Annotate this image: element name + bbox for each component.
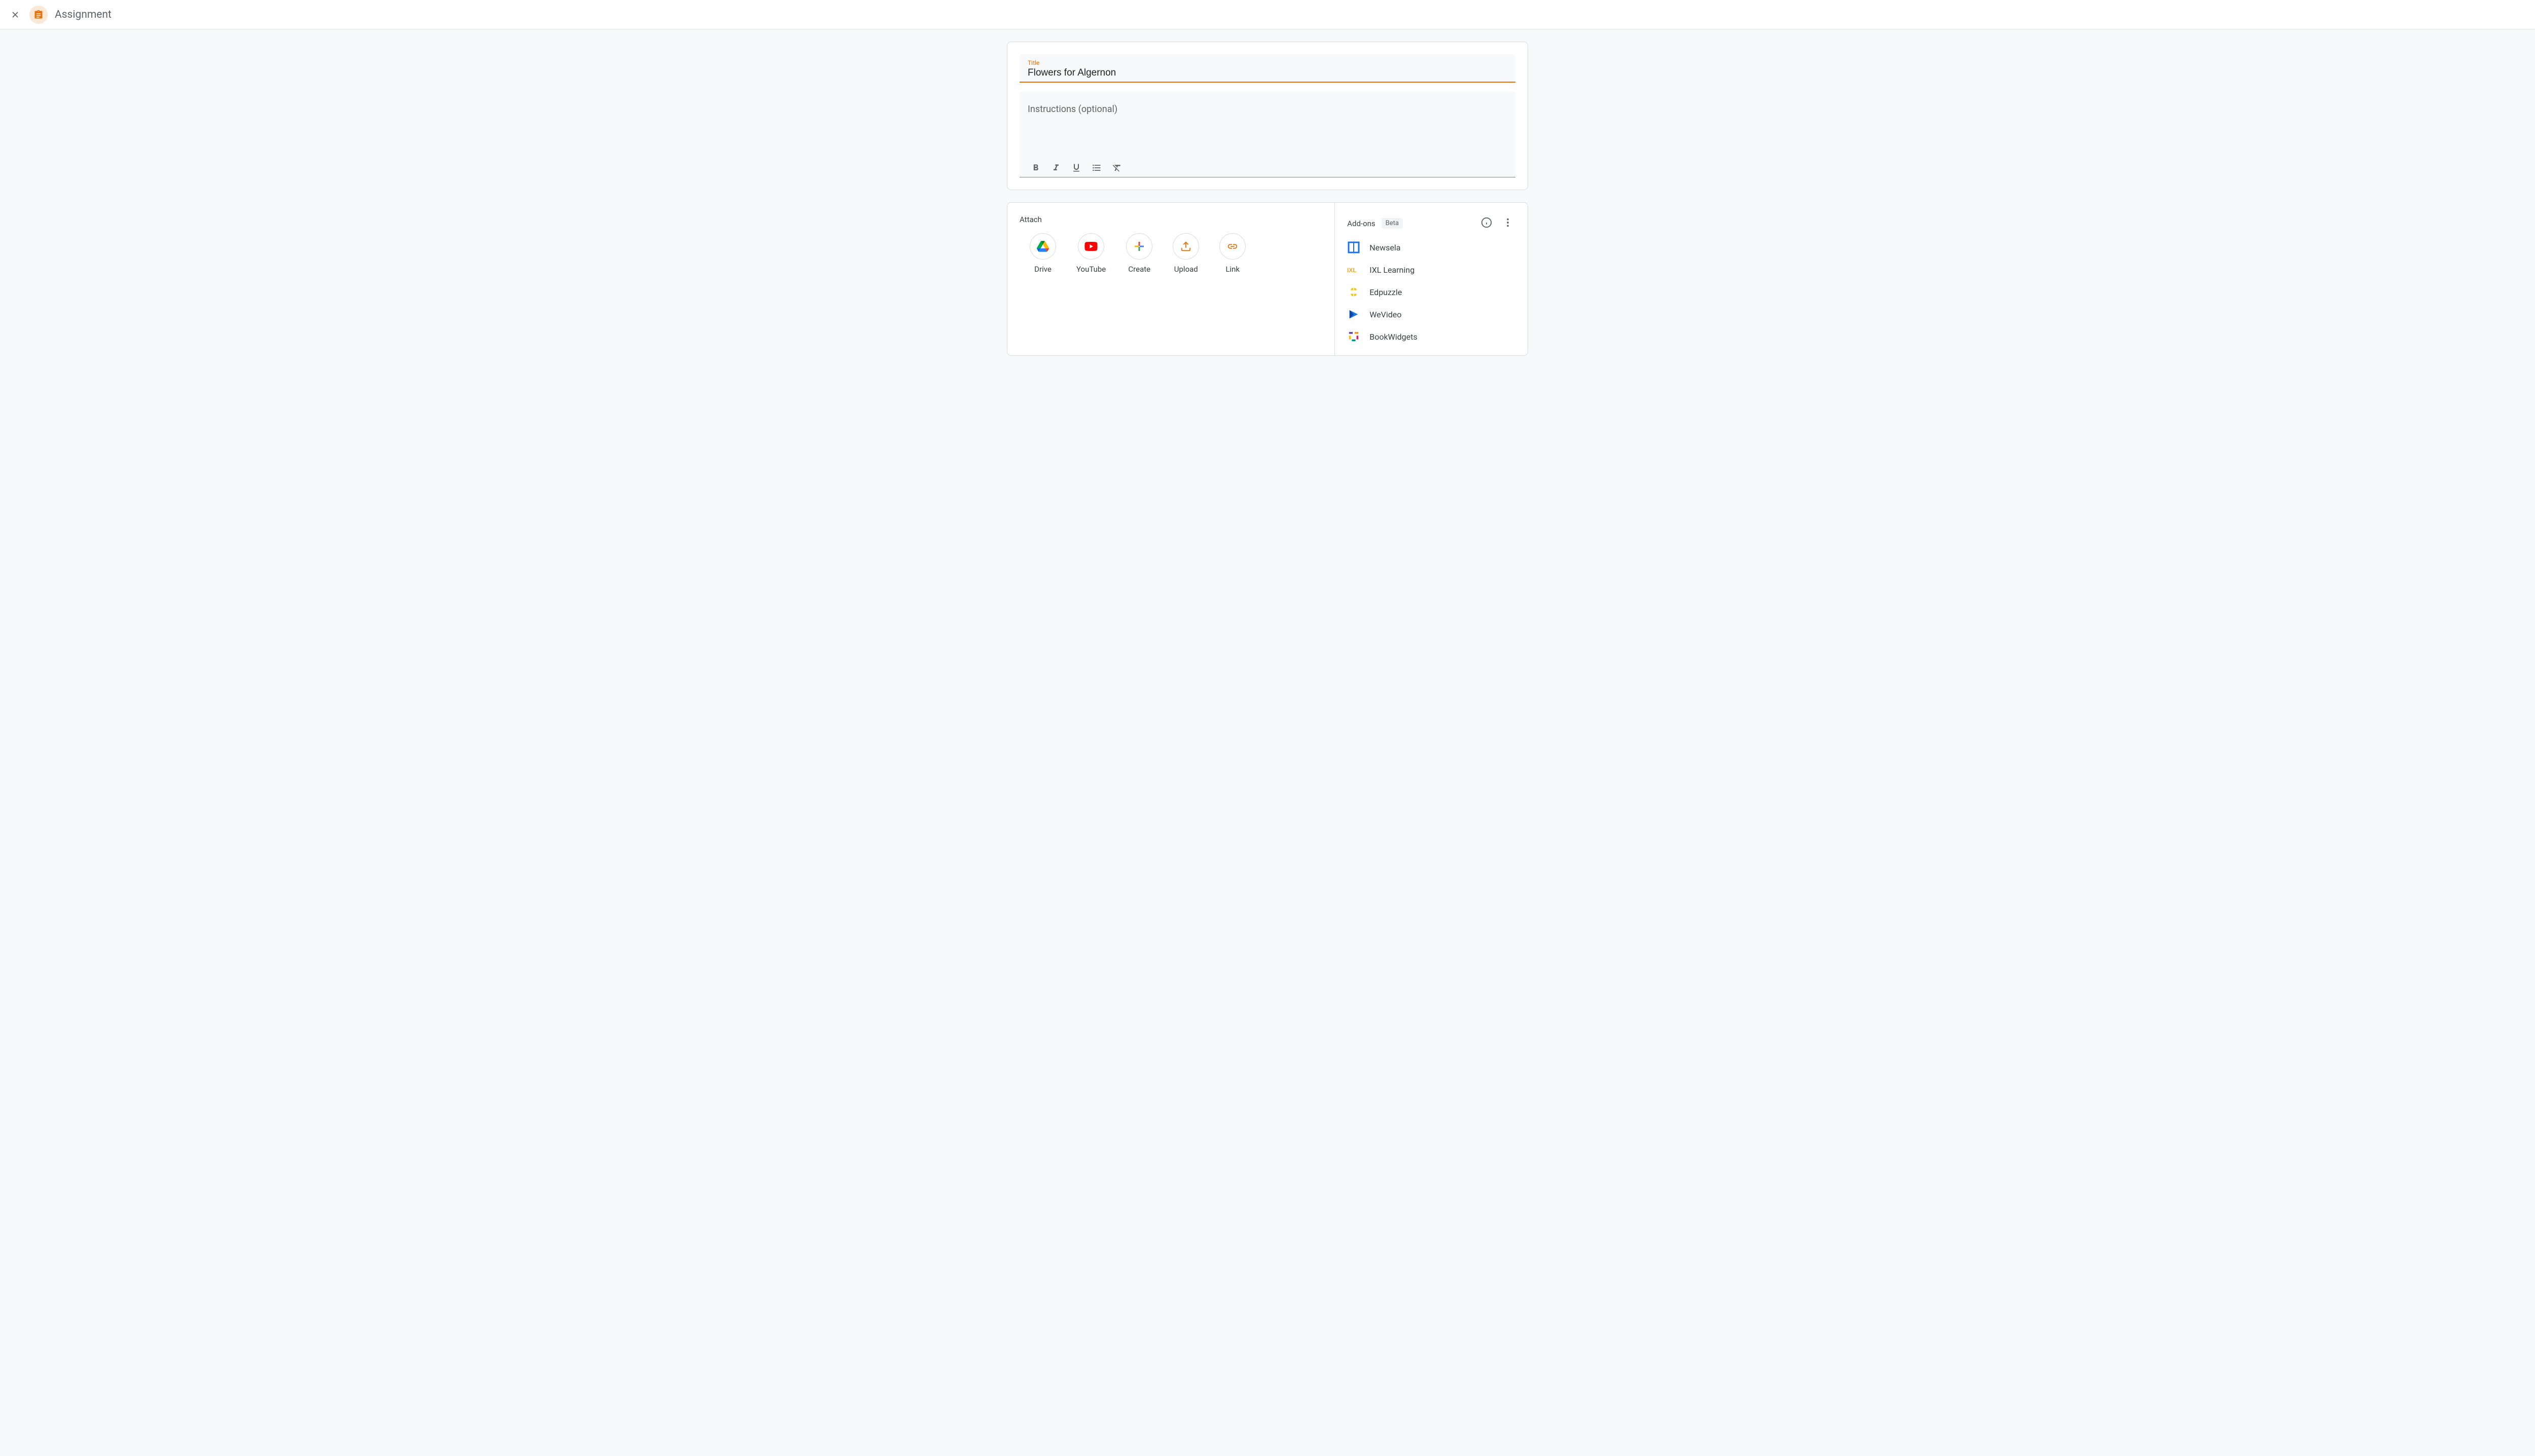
bulleted-list-button[interactable] — [1091, 162, 1103, 174]
beta-badge: Beta — [1382, 218, 1403, 229]
addon-wevideo-label: WeVideo — [1369, 310, 1401, 319]
italic-icon — [1051, 163, 1061, 173]
addon-wevideo[interactable]: WeVideo — [1347, 308, 1515, 321]
attach-youtube[interactable]: YouTube — [1076, 233, 1106, 274]
addon-newsela[interactable]: Newsela — [1347, 241, 1515, 254]
page-title: Assignment — [55, 9, 112, 21]
header-bar: Assignment — [0, 0, 2535, 29]
attach-create-label: Create — [1128, 265, 1150, 274]
attach-drive[interactable]: Drive — [1030, 233, 1056, 274]
youtube-icon-circle — [1078, 233, 1104, 260]
addon-ixl-label: IXL Learning — [1369, 265, 1415, 275]
upload-icon — [1180, 241, 1191, 252]
italic-button[interactable] — [1050, 162, 1062, 174]
ixl-icon: IXL — [1347, 263, 1360, 276]
assignment-icon-badge — [29, 6, 48, 24]
title-label: Title — [1028, 59, 1507, 66]
youtube-icon — [1084, 242, 1098, 251]
addon-newsela-label: Newsela — [1369, 243, 1400, 252]
upload-icon-circle — [1173, 233, 1199, 260]
more-vert-icon — [1502, 217, 1513, 228]
link-icon-circle — [1219, 233, 1246, 260]
addons-heading: Add-ons — [1347, 219, 1375, 228]
title-field-wrapper: Title — [1020, 54, 1515, 83]
attach-youtube-label: YouTube — [1076, 265, 1106, 274]
wevideo-icon — [1347, 308, 1360, 321]
link-icon — [1227, 241, 1238, 252]
drive-icon-circle — [1030, 233, 1056, 260]
underline-button[interactable] — [1070, 162, 1082, 174]
addon-edpuzzle[interactable]: Edpuzzle — [1347, 285, 1515, 299]
close-icon — [10, 10, 20, 20]
instructions-textarea[interactable] — [1028, 104, 1507, 155]
attach-link[interactable]: Link — [1219, 233, 1246, 274]
create-icon-circle — [1126, 233, 1152, 260]
addons-section: Add-ons Beta — [1335, 203, 1528, 355]
bold-icon — [1031, 163, 1041, 173]
title-input[interactable] — [1028, 67, 1507, 79]
attach-upload[interactable]: Upload — [1173, 233, 1199, 274]
attach-link-label: Link — [1225, 265, 1240, 274]
attach-drive-label: Drive — [1034, 265, 1052, 274]
newsela-icon — [1347, 241, 1360, 254]
attach-section: Attach Drive — [1007, 203, 1335, 355]
svg-text:IXL: IXL — [1347, 267, 1357, 273]
addons-list: Newsela IXL IXL Learning — [1347, 241, 1515, 343]
addon-bookwidgets[interactable]: BookWidgets — [1347, 330, 1515, 343]
clear-formatting-button[interactable] — [1111, 162, 1123, 174]
info-icon — [1481, 217, 1492, 228]
instructions-field-wrapper — [1020, 92, 1515, 177]
attach-create[interactable]: Create — [1126, 233, 1152, 274]
addon-ixl[interactable]: IXL IXL Learning — [1347, 263, 1515, 276]
addons-info-button[interactable] — [1479, 215, 1494, 232]
underline-icon — [1071, 163, 1081, 173]
assignment-icon — [33, 10, 44, 20]
attach-upload-label: Upload — [1174, 265, 1198, 274]
format-toolbar — [1028, 157, 1507, 174]
attach-options-row: Drive YouTube — [1020, 233, 1322, 274]
bookwidgets-icon — [1347, 330, 1360, 343]
create-plus-icon — [1133, 240, 1145, 252]
addon-bookwidgets-label: BookWidgets — [1369, 332, 1417, 342]
assignment-details-card: Title — [1007, 42, 1528, 190]
addon-edpuzzle-label: Edpuzzle — [1369, 287, 1402, 297]
addons-header: Add-ons Beta — [1347, 215, 1515, 232]
attach-addons-card: Attach Drive — [1007, 202, 1528, 356]
addons-more-button[interactable] — [1500, 215, 1515, 232]
drive-icon — [1037, 241, 1049, 252]
attach-heading: Attach — [1020, 215, 1322, 224]
bulleted-list-icon — [1092, 163, 1102, 173]
close-button[interactable] — [8, 8, 22, 22]
main-content: Title — [999, 42, 1536, 356]
edpuzzle-icon — [1347, 285, 1360, 299]
clear-formatting-icon — [1112, 163, 1122, 173]
bold-button[interactable] — [1030, 162, 1042, 174]
